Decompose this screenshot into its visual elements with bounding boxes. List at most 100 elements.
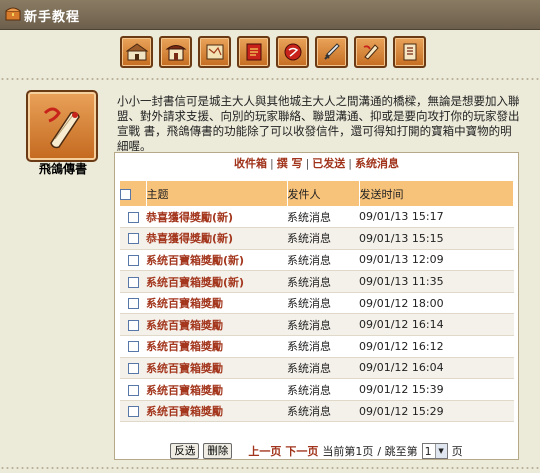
row-checkbox-cell (120, 206, 146, 229)
current-page-text: 当前第1页 (322, 445, 374, 458)
book-icon (403, 43, 416, 61)
row-checkbox[interactable] (127, 276, 139, 288)
subject-cell: 系统百寶箱獎勵(新) (146, 249, 287, 272)
time-cell: 09/01/12 15:39 (359, 378, 514, 401)
scroll-button[interactable] (276, 36, 309, 68)
separator-top (0, 77, 540, 81)
sender-cell: 系统消息 (287, 270, 359, 293)
row-checkbox-cell (120, 313, 146, 337)
table-row[interactable]: 系统百寶箱獎勵 系统消息 09/01/12 15:29 (120, 400, 514, 423)
time-cell: 09/01/12 16:12 (359, 335, 514, 358)
time-cell: 09/01/13 12:09 (359, 249, 514, 272)
pigeon-letter-icon (363, 44, 379, 60)
time-cell: 09/01/13 15:17 (359, 206, 514, 229)
sender-cell: 系统消息 (287, 292, 359, 315)
row-checkbox[interactable] (127, 341, 139, 353)
sender-header: 发件人 (287, 181, 360, 206)
page-select[interactable]: 1 ▼ (421, 443, 448, 459)
inbox-tab[interactable]: 收件箱 (234, 157, 267, 170)
sword-button[interactable] (315, 36, 348, 68)
pigeon-letter-button[interactable] (354, 36, 387, 68)
window-title: 新手教程 (24, 10, 81, 25)
invert-select-button[interactable]: 反选 (170, 443, 200, 459)
time-header: 发送时间 (359, 181, 514, 206)
mail-subject-link[interactable]: 系统百寶箱獎勵(新) (146, 276, 244, 289)
subject-cell: 系统百寶箱獎勵 (146, 357, 287, 380)
table-row[interactable]: 系统百寶箱獎勵 系统消息 09/01/12 16:14 (120, 313, 514, 337)
sent-tab[interactable]: 已发送 (312, 157, 345, 170)
chevron-down-icon: ▼ (434, 444, 447, 458)
row-checkbox[interactable] (127, 298, 139, 310)
mail-subject-link[interactable]: 系统百寶箱獎勵 (146, 319, 223, 332)
mail-subject-link[interactable]: 恭喜獲得獎勵(新) (146, 211, 233, 224)
table-row[interactable]: 系统百寶箱獎勵 系统消息 09/01/12 16:04 (120, 357, 514, 380)
table-row[interactable]: 系统百寶箱獎勵 系统消息 09/01/12 16:12 (120, 335, 514, 358)
mail-subject-link[interactable]: 系统百寶箱獎勵 (146, 384, 223, 397)
sword-icon (323, 43, 340, 60)
mail-subject-link[interactable]: 系统百寶箱獎勵 (146, 297, 223, 310)
feature-toolbar (120, 36, 426, 70)
mail-nav: 收件箱 | 撰 写 | 已发送 | 系统消息 (115, 153, 518, 171)
jump-prefix: / 跳至第 (377, 445, 418, 458)
palace-icon (165, 45, 186, 61)
feature-description: 小小一封書信可是城主大人與其他城主大人之間溝通的橋樑，無論是想要加入聯盟、對外請… (117, 94, 520, 153)
sender-cell: 系统消息 (287, 378, 359, 401)
delete-button[interactable]: 删除 (203, 443, 233, 459)
book-button[interactable] (393, 36, 426, 68)
city-icon (125, 43, 148, 61)
subject-cell: 系统百寶箱獎勵(新) (146, 270, 287, 293)
row-checkbox-cell (120, 292, 146, 315)
mail-subject-link[interactable]: 系统百寶箱獎勵(新) (146, 254, 244, 267)
next-page-link[interactable]: 下一页 (285, 443, 318, 459)
row-checkbox[interactable] (127, 319, 139, 331)
compose-tab[interactable]: 撰 写 (277, 157, 303, 170)
sender-cell: 系统消息 (287, 400, 359, 423)
mail-subject-link[interactable]: 系统百寶箱獎勵 (146, 340, 223, 353)
table-row[interactable]: 系统百寶箱獎勵 系统消息 09/01/12 18:00 (120, 292, 514, 315)
row-checkbox[interactable] (127, 254, 139, 266)
time-cell: 09/01/13 11:35 (359, 270, 514, 293)
mail-subject-link[interactable]: 系统百寶箱獎勵 (146, 405, 223, 418)
mail-subject-link[interactable]: 系统百寶箱獎勵 (146, 362, 223, 375)
page-select-value: 1 (424, 444, 432, 458)
row-checkbox[interactable] (127, 362, 139, 374)
map-button[interactable] (198, 36, 231, 68)
subject-cell: 系统百寶箱獎勵 (146, 378, 287, 401)
row-checkbox-cell (120, 400, 146, 423)
table-row[interactable]: 系统百寶箱獎勵(新) 系统消息 09/01/13 11:35 (120, 270, 514, 293)
row-checkbox[interactable] (127, 233, 139, 245)
table-row[interactable]: 恭喜獲得獎勵(新) 系统消息 09/01/13 15:15 (120, 227, 514, 250)
mail-subject-link[interactable]: 恭喜獲得獎勵(新) (146, 232, 233, 245)
select-all-checkbox[interactable] (120, 188, 131, 200)
separator-bottom (0, 466, 540, 470)
system-messages-tab[interactable]: 系统消息 (355, 157, 399, 170)
table-row[interactable]: 系统百寶箱獎勵 系统消息 09/01/12 15:39 (120, 378, 514, 401)
sender-cell: 系统消息 (287, 357, 359, 380)
time-cell: 09/01/12 18:00 (359, 292, 514, 315)
row-checkbox[interactable] (127, 406, 139, 418)
time-cell: 09/01/12 16:14 (359, 313, 514, 337)
city-button[interactable] (120, 36, 153, 68)
nav-separator: | (270, 157, 274, 170)
flag-button[interactable] (237, 36, 270, 68)
row-checkbox-cell (120, 227, 146, 250)
sender-cell: 系统消息 (287, 313, 359, 337)
subject-cell: 恭喜獲得獎勵(新) (146, 206, 287, 229)
row-checkbox[interactable] (127, 211, 139, 223)
subject-cell: 系统百寶箱獎勵 (146, 400, 287, 423)
subject-cell: 系统百寶箱獎勵 (146, 313, 287, 337)
jump-suffix: 页 (451, 445, 463, 458)
row-checkbox-cell (120, 335, 146, 358)
table-row[interactable]: 恭喜獲得獎勵(新) 系统消息 09/01/13 15:17 (120, 206, 514, 229)
palace-button[interactable] (159, 36, 192, 68)
table-row[interactable]: 系统百寶箱獎勵(新) 系统消息 09/01/13 12:09 (120, 249, 514, 272)
row-checkbox-cell (120, 378, 146, 401)
row-checkbox[interactable] (127, 384, 139, 396)
mail-table: 主题 发件人 发送时间 恭喜獲得獎勵(新) 系统消息 09/01/13 15:17 恭… (120, 181, 514, 423)
row-checkbox-cell (120, 249, 146, 272)
sender-cell: 系统消息 (287, 227, 359, 250)
nav-separator: | (305, 157, 310, 170)
prev-page-link[interactable]: 上一页 (248, 443, 281, 459)
time-cell: 09/01/13 15:15 (359, 227, 514, 250)
subject-header: 主题 (146, 181, 288, 206)
